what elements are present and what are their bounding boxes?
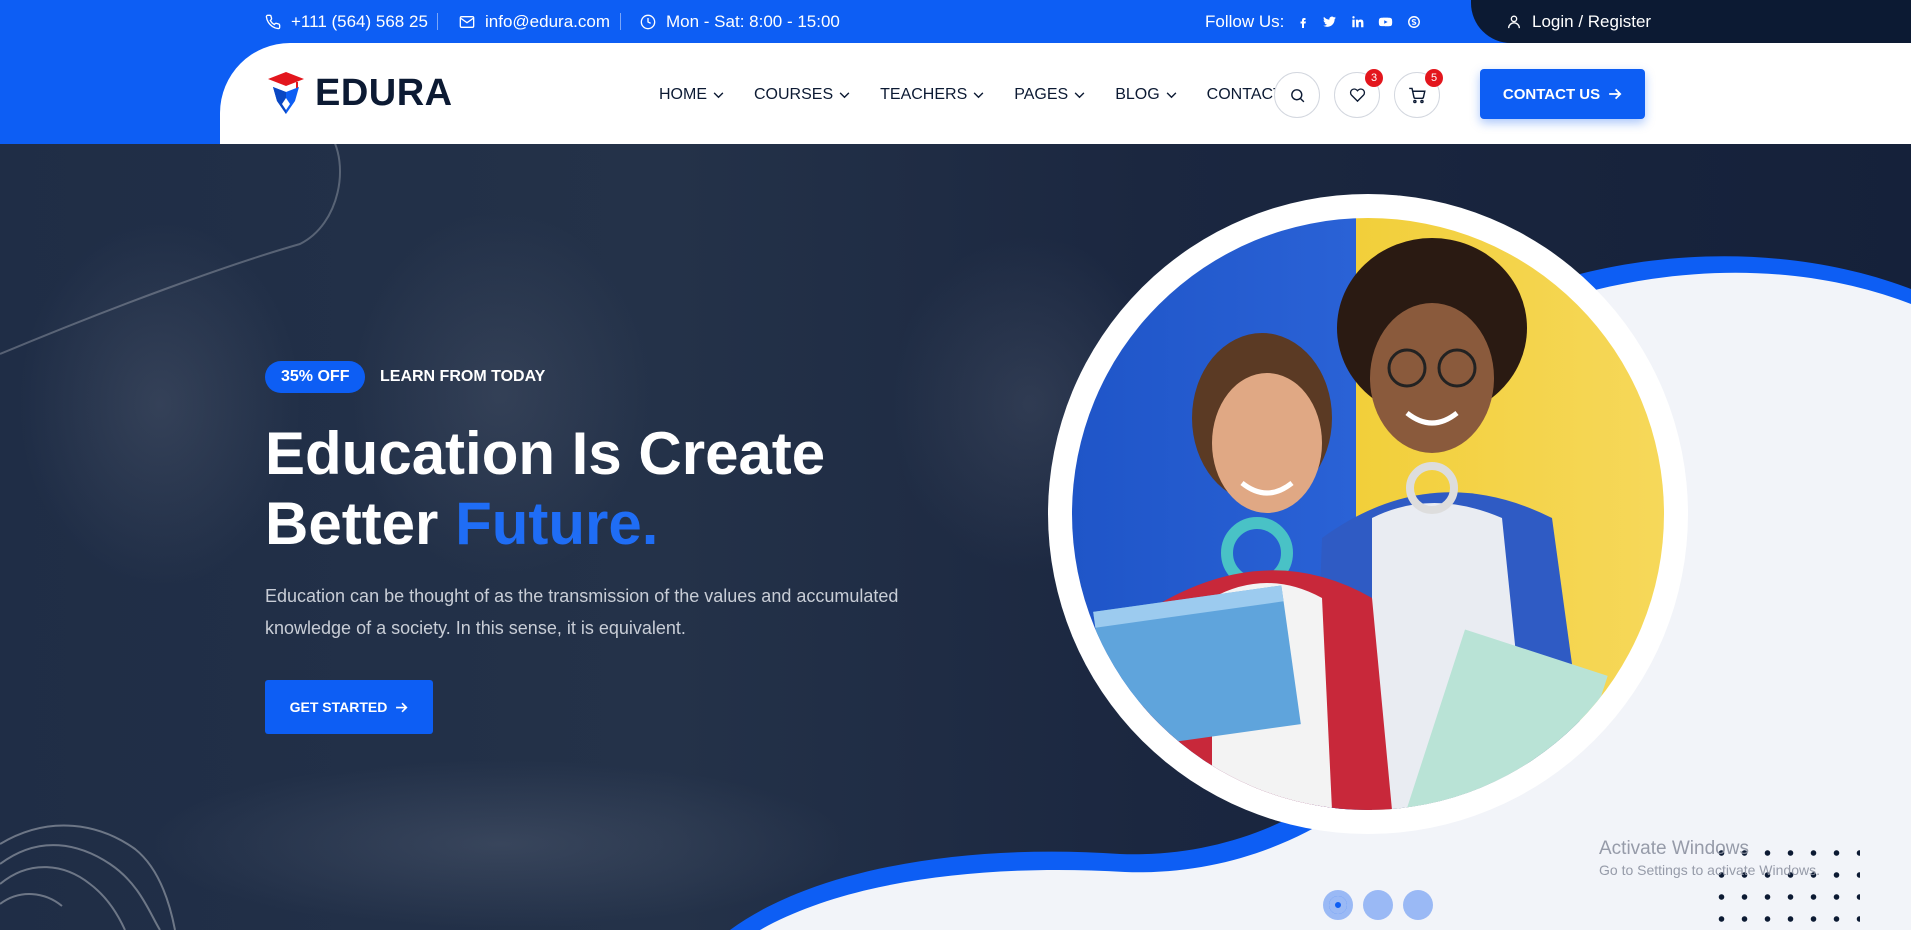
phone-icon — [265, 14, 281, 29]
contact-us-button[interactable]: CONTACT US — [1480, 69, 1645, 119]
social-links: Follow Us: — [1205, 0, 1421, 43]
hours-info: Mon - Sat: 8:00 - 15:00 — [640, 0, 840, 43]
arrow-right-icon — [1609, 88, 1622, 100]
nav-label: COURSES — [754, 86, 834, 103]
nav-item-courses[interactable]: COURSES — [754, 86, 850, 104]
chevron-down-icon — [713, 91, 724, 98]
hero-title-line1: Education Is Create — [265, 420, 826, 487]
nav-item-teachers[interactable]: TEACHERS — [880, 86, 984, 104]
main-navigation: HOME COURSES TEACHERS PAGES BLOG CONTACT — [659, 75, 1283, 115]
linkedin-icon[interactable] — [1350, 15, 1364, 29]
login-register-link[interactable]: Login / Register — [1506, 0, 1651, 43]
chevron-down-icon — [839, 91, 850, 98]
wishlist-count-badge: 3 — [1365, 69, 1383, 87]
site-logo[interactable]: EDURA — [265, 70, 453, 116]
nav-label: PAGES — [1014, 86, 1069, 103]
divider — [620, 13, 621, 30]
search-icon — [1290, 88, 1304, 102]
windows-watermark-subtitle: Go to Settings to activate Windows. — [1599, 862, 1820, 878]
email-info[interactable]: info@edura.com — [459, 0, 610, 43]
nav-label: BLOG — [1115, 86, 1160, 103]
heart-icon — [1349, 88, 1365, 103]
clock-icon — [640, 14, 656, 29]
nav-item-blog[interactable]: BLOG — [1115, 86, 1177, 104]
youtube-icon[interactable] — [1377, 15, 1394, 29]
nav-item-pages[interactable]: PAGES — [1014, 86, 1085, 104]
mail-icon — [459, 15, 475, 28]
opening-hours: Mon - Sat: 8:00 - 15:00 — [666, 11, 840, 31]
wishlist-button[interactable]: 3 — [1334, 69, 1383, 118]
divider — [437, 13, 438, 30]
facebook-icon[interactable] — [1297, 15, 1309, 29]
slider-dot-1[interactable] — [1323, 890, 1353, 920]
graduation-cap-logo-icon — [268, 72, 304, 114]
nav-item-home[interactable]: HOME — [659, 86, 724, 104]
skype-icon[interactable] — [1407, 15, 1421, 29]
discount-badge: 35% OFF — [265, 361, 366, 393]
phone-info[interactable]: +111 (564) 568 25 — [265, 0, 428, 43]
contact-us-label: CONTACT US — [1502, 85, 1601, 103]
cart-button[interactable]: 5 — [1394, 69, 1443, 118]
top-bar-content: +111 (564) 568 25 info@edura.com Mon - S… — [0, 0, 1911, 43]
nav-label: TEACHERS — [880, 86, 968, 103]
nav-label: CONTACT — [1206, 86, 1283, 103]
hero-tagline: LEARN FROM TODAY — [380, 368, 546, 385]
chevron-down-icon — [1166, 91, 1177, 98]
students-photo — [1072, 218, 1664, 810]
follow-label: Follow Us: — [1205, 11, 1285, 31]
slider-dot-2[interactable] — [1363, 890, 1393, 920]
hero-title-accent: Future. — [455, 490, 659, 557]
twitter-icon[interactable] — [1322, 15, 1337, 29]
user-icon — [1508, 15, 1520, 29]
arrow-right-icon — [396, 702, 408, 712]
cart-count-badge: 5 — [1425, 69, 1443, 87]
nav-item-contact[interactable]: CONTACT — [1207, 86, 1283, 104]
search-button[interactable] — [1274, 72, 1320, 118]
email-address: info@edura.com — [485, 11, 610, 31]
hero-title: Education Is Create Better Future. — [265, 419, 965, 559]
phone-number: +111 (564) 568 25 — [291, 11, 428, 31]
hero-description: Education can be thought of as the trans… — [265, 586, 899, 638]
chevron-down-icon — [973, 91, 984, 98]
login-label: Login / Register — [1532, 11, 1652, 31]
cart-icon — [1409, 87, 1426, 103]
logo-text: EDURA — [315, 71, 453, 114]
slider-dot-3[interactable] — [1403, 890, 1433, 920]
hero-title-line2: Better — [265, 490, 456, 557]
windows-watermark-title: Activate Windows — [1599, 838, 1749, 859]
get-started-button[interactable]: GET STARTED — [265, 680, 433, 734]
students-illustration — [1093, 238, 1608, 810]
chevron-down-icon — [1074, 91, 1085, 98]
get-started-label: GET STARTED — [289, 699, 388, 715]
nav-label: HOME — [659, 86, 707, 103]
